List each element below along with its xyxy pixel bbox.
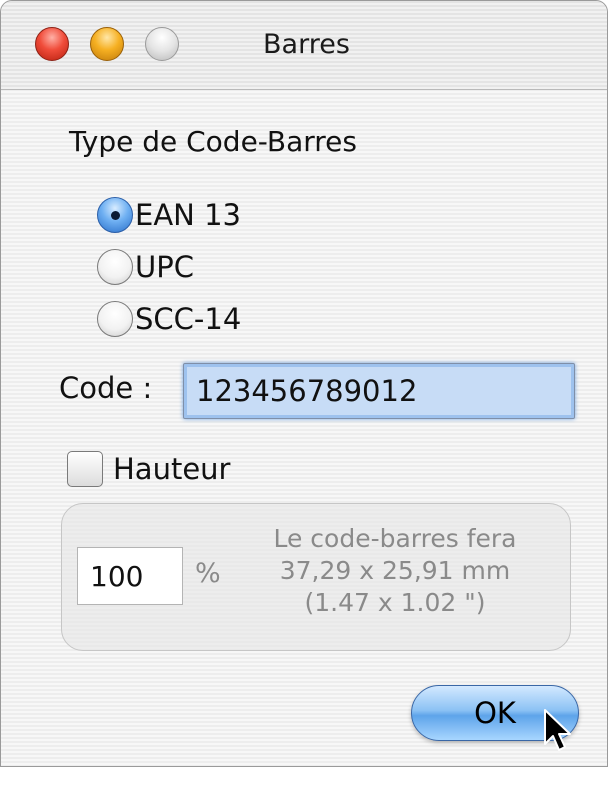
barcode-size-result: Le code-barres fera 37,29 x 25,91 mm (1.… bbox=[245, 523, 545, 619]
radio-scc14[interactable]: SCC-14 bbox=[97, 299, 241, 339]
radio-upc-label: UPC bbox=[135, 250, 194, 284]
window-title: Barres bbox=[263, 29, 350, 60]
code-label: Code : bbox=[59, 371, 153, 405]
radio-button[interactable] bbox=[97, 301, 133, 337]
minimize-button[interactable] bbox=[90, 27, 124, 61]
result-line-1: Le code-barres fera bbox=[273, 524, 517, 553]
result-line-2: 37,29 x 25,91 mm bbox=[279, 556, 511, 585]
result-line-3: (1.47 x 1.02 ") bbox=[304, 588, 486, 617]
height-checkbox-label: Hauteur bbox=[113, 452, 231, 486]
radio-button-selected[interactable] bbox=[97, 197, 133, 233]
barres-dialog-window: Barres Type de Code-Barres EAN 13 UPC SC… bbox=[0, 0, 608, 767]
title-bar[interactable]: Barres bbox=[1, 1, 607, 90]
code-input[interactable] bbox=[183, 363, 575, 419]
radio-scc14-label: SCC-14 bbox=[135, 302, 242, 336]
radio-ean13-label: EAN 13 bbox=[135, 198, 241, 232]
percent-unit-label: % bbox=[195, 558, 221, 589]
height-checkbox[interactable] bbox=[67, 451, 103, 487]
height-checkbox-row[interactable]: Hauteur bbox=[67, 451, 230, 487]
barcode-type-label: Type de Code-Barres bbox=[69, 125, 357, 158]
radio-button[interactable] bbox=[97, 249, 133, 285]
radio-upc[interactable]: UPC bbox=[97, 247, 194, 287]
height-percent-input[interactable] bbox=[77, 547, 183, 605]
radio-ean13[interactable]: EAN 13 bbox=[97, 195, 241, 235]
close-button[interactable] bbox=[35, 27, 69, 61]
zoom-button[interactable] bbox=[145, 27, 179, 61]
mouse-pointer-icon bbox=[544, 709, 571, 751]
